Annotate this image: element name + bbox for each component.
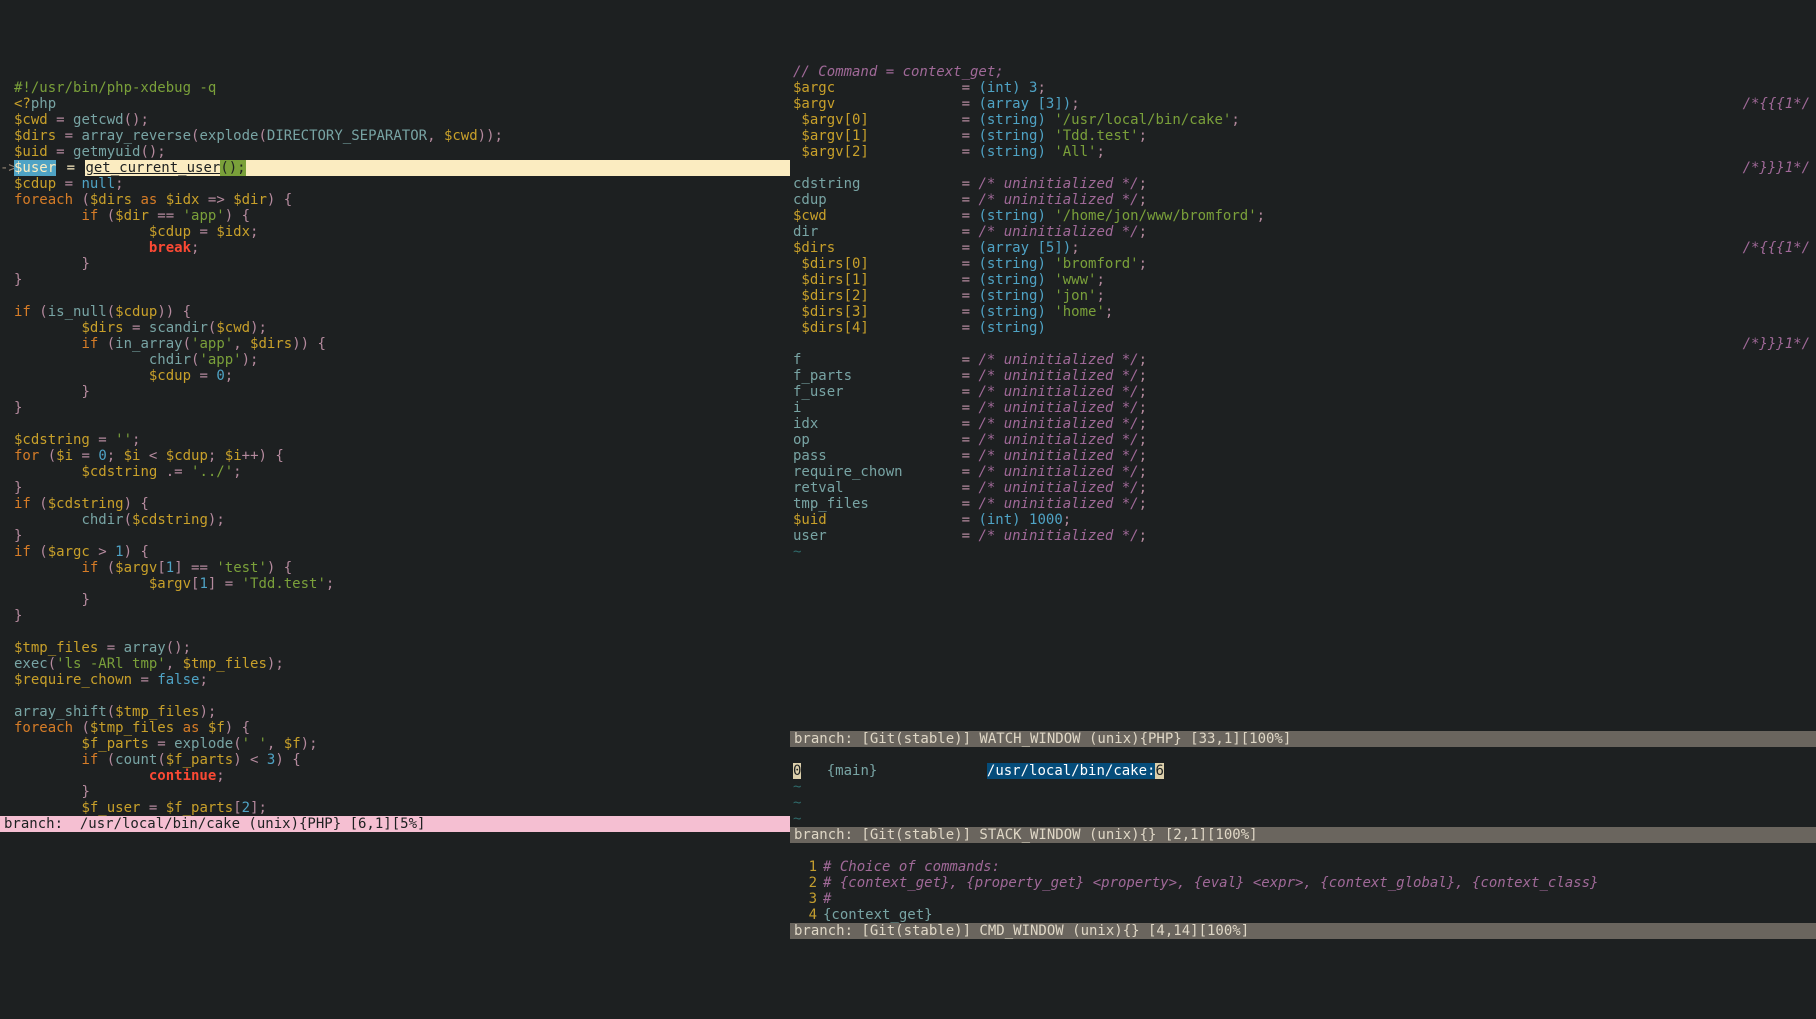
watch-statusbar: branch: [Git(stable)] WATCH_WINDOW (unix… (790, 731, 1816, 747)
code-line: #!/usr/bin/php-xdebug -q (14, 80, 216, 96)
watch-row: $dirs[3] = (string) 'home'; (793, 304, 1113, 320)
watch-row: $argc = (int) 3; (793, 80, 1046, 96)
watch-row: require_chown = /* uninitialized */; (793, 464, 1147, 480)
left-editor-pane[interactable]: #!/usr/bin/php-xdebug -q <?php $cwd = ge… (0, 64, 790, 939)
watch-row: $argv[1] = (string) 'Tdd.test'; (793, 128, 1147, 144)
watch-row: cdstring = /* uninitialized */; (793, 176, 1147, 192)
watch-row: $dirs[1] = (string) 'www'; (793, 272, 1105, 288)
watch-row: user = /* uninitialized */; (793, 528, 1147, 544)
cmd-window[interactable]: 1# Choice of commands: 2# {context_get},… (790, 843, 1816, 939)
watch-row: $cwd = (string) '/home/jon/www/bromford'… (793, 208, 1265, 224)
watch-row: retval = /* uninitialized */; (793, 480, 1147, 496)
watch-row: $argv[0] = (string) '/usr/local/bin/cake… (793, 112, 1240, 128)
code-line: <? (14, 96, 31, 112)
watch-row: idx = /* uninitialized */; (793, 416, 1147, 432)
watch-row: pass = /* uninitialized */; (793, 448, 1147, 464)
watch-row: $dirs = (array [5]);/*{{{1*/ (793, 240, 1080, 256)
cmd-body[interactable]: 1# Choice of commands: 2# {context_get},… (790, 843, 1816, 923)
tilde: ~ (793, 779, 801, 795)
code-line: $cdup (14, 176, 56, 192)
code-line: $uid (14, 144, 48, 160)
stack-statusbar: branch: [Git(stable)] STACK_WINDOW (unix… (790, 827, 1816, 843)
cmd-line: # (823, 891, 831, 907)
watch-row: $argv = (array [3]);/*{{{1*/ (793, 96, 1080, 112)
watch-row: /*}}}1*/ (793, 336, 962, 352)
code-line: $dirs (14, 128, 56, 144)
watch-row: op = /* uninitialized */; (793, 432, 1147, 448)
cmd-statusbar: branch: [Git(stable)] CMD_WINDOW (unix){… (790, 923, 1816, 939)
watch-row: tmp_files = /* uninitialized */; (793, 496, 1147, 512)
watch-row: f_user = /* uninitialized */; (793, 384, 1147, 400)
cmd-line: # Choice of commands: (823, 859, 1000, 875)
watch-window[interactable]: // Command = context_get; $argc = (int) … (790, 64, 1816, 747)
left-statusbar: branch: /usr/local/bin/cake (unix){PHP} … (0, 816, 790, 832)
watch-row: $argv[2] = (string) 'All'; (793, 144, 1105, 160)
watch-row: $dirs[0] = (string) 'bromford'; (793, 256, 1147, 272)
watch-row: $dirs[4] = (string) (793, 320, 1046, 336)
cmd-line: {context_get} (823, 907, 933, 923)
right-panes: // Command = context_get; $argc = (int) … (790, 64, 1816, 939)
current-line: ->$user = get_current_user(); (0, 160, 790, 176)
code-line: $cwd (14, 112, 48, 128)
watch-row: f_parts = /* uninitialized */; (793, 368, 1147, 384)
stack-window[interactable]: 0 {main} /usr/local/bin/cake:6 ~ ~ ~ bra… (790, 747, 1816, 843)
watch-row: /*}}}1*/ (793, 160, 962, 176)
watch-row: f = /* uninitialized */; (793, 352, 1147, 368)
gutter (0, 80, 14, 96)
watch-header: // Command = context_get; (793, 64, 1004, 80)
watch-row: $dirs[2] = (string) 'jon'; (793, 288, 1105, 304)
cmd-line: # {context_get}, {property_get} <propert… (823, 875, 1598, 891)
watch-row: $uid = (int) 1000; (793, 512, 1071, 528)
stack-line: 0 {main} /usr/local/bin/cake:6 (793, 763, 1164, 779)
watch-row: cdup = /* uninitialized */; (793, 192, 1147, 208)
watch-row: i = /* uninitialized */; (793, 400, 1147, 416)
watch-row: dir = /* uninitialized */; (793, 224, 1147, 240)
